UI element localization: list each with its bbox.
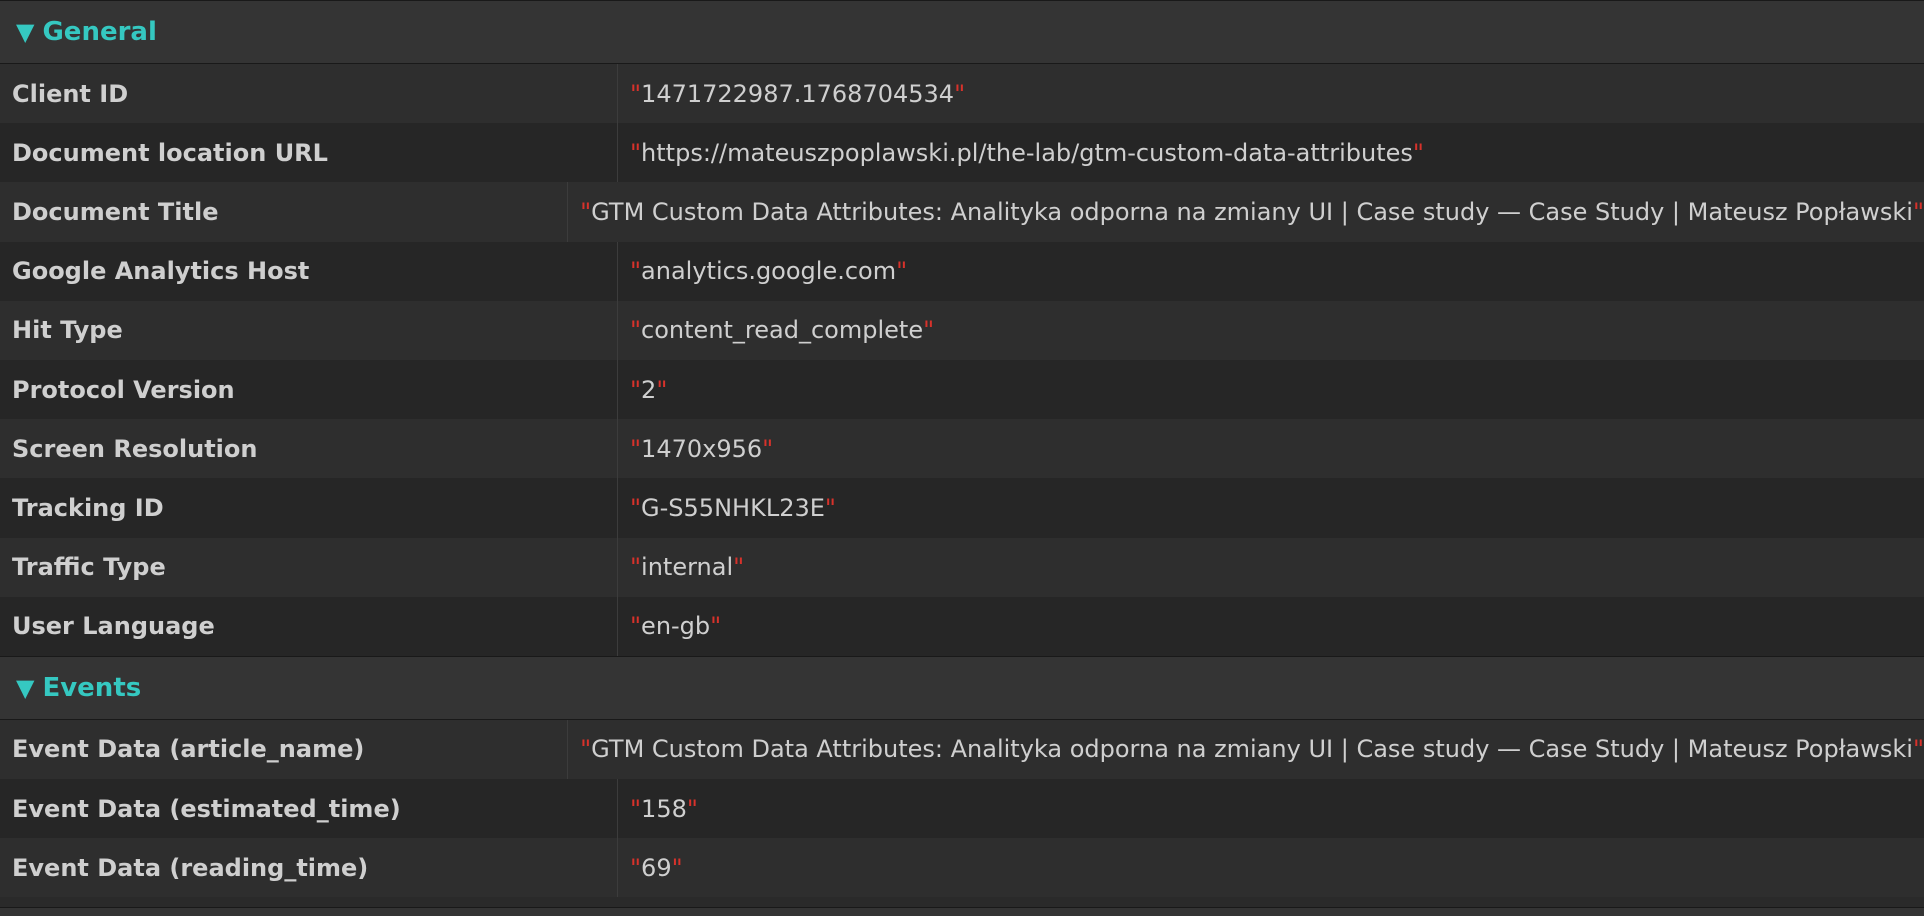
- quote-open: ": [630, 434, 642, 463]
- general-table: Client ID " 1471722987.1768704534 " Docume…: [0, 64, 1924, 656]
- row-value-text: 1471722987.1768704534: [641, 79, 955, 108]
- table-row: Tracking ID " G-S55NHKL23E ": [0, 478, 1924, 538]
- quote-close: ": [1912, 735, 1924, 764]
- quote-close: ": [954, 79, 966, 108]
- section-header-events[interactable]: ▼ Events: [0, 655, 1924, 720]
- quote-close: ": [656, 375, 668, 404]
- quote-close: ": [710, 612, 722, 641]
- table-row: User Language " en-gb ": [0, 596, 1924, 656]
- row-value: " 1470x956 ": [618, 419, 773, 478]
- row-key: Hit Type: [0, 300, 618, 360]
- row-value: " internal ": [618, 538, 744, 597]
- section-header-general[interactable]: ▼ General: [0, 0, 1924, 64]
- row-value: " https://mateuszpoplawski.pl/the-lab/gtm…: [618, 123, 1424, 182]
- section-title-general: General: [42, 17, 157, 47]
- table-row: Document location URL " https://mateuszpo…: [0, 123, 1924, 183]
- triangle-down-icon[interactable]: ▼: [16, 676, 34, 700]
- hit-details-panel: ▼ General Client ID " 1471722987.17687045…: [0, 0, 1924, 916]
- row-value: " 158 ": [618, 779, 698, 838]
- row-key: Screen Resolution: [0, 419, 618, 479]
- table-row: Protocol Version " 2 ": [0, 359, 1924, 420]
- quote-open: ": [630, 794, 642, 823]
- row-key: User Language: [0, 596, 618, 656]
- quote-close: ": [671, 853, 683, 882]
- quote-open: ": [630, 493, 642, 522]
- row-key: Tracking ID: [0, 478, 618, 538]
- section-header-next[interactable]: [0, 907, 1924, 916]
- row-key: Protocol Version: [0, 359, 618, 420]
- row-key: Google Analytics Host: [0, 241, 618, 301]
- row-value: " 69 ": [618, 838, 683, 897]
- row-value: " GTM Custom Data Attributes: Analityka o…: [568, 182, 1924, 241]
- row-key: Client ID: [0, 64, 618, 124]
- quote-open: ": [630, 853, 642, 882]
- section-title-events: Events: [42, 672, 142, 703]
- quote-open: ": [580, 735, 592, 764]
- quote-close: ": [762, 434, 774, 463]
- table-row: Event Data (reading_time) " 69 ": [0, 838, 1924, 898]
- triangle-down-icon[interactable]: ▼: [16, 20, 34, 44]
- table-row: Client ID " 1471722987.1768704534 ": [0, 64, 1924, 124]
- quote-close: ": [1412, 138, 1424, 167]
- row-key: Traffic Type: [0, 537, 618, 597]
- quote-open: ": [630, 257, 642, 286]
- quote-close: ": [923, 316, 935, 345]
- quote-open: ": [630, 375, 642, 404]
- table-row: Document Title " GTM Custom Data Attribut…: [0, 182, 1924, 242]
- row-value: " 2 ": [618, 360, 667, 419]
- row-value-text: 1470x956: [641, 434, 763, 463]
- table-row: Event Data (article_name) " GTM Custom Da…: [0, 719, 1924, 780]
- quote-close: ": [1912, 197, 1924, 226]
- table-row: Event Data (estimated_time) " 158 ": [0, 779, 1924, 839]
- row-key: Event Data (article_name): [0, 719, 569, 780]
- table-row: Hit Type " content_read_complete ": [0, 300, 1924, 360]
- row-value-text: GTM Custom Data Attributes: Analityka od…: [591, 197, 1913, 226]
- row-key: Event Data (reading_time): [0, 838, 618, 898]
- table-row: Screen Resolution " 1470x956 ": [0, 419, 1924, 479]
- quote-close: ": [733, 553, 745, 582]
- row-value: " G-S55NHKL23E ": [618, 478, 836, 537]
- table-row: Traffic Type " internal ": [0, 537, 1924, 597]
- row-value-text: G-S55NHKL23E: [641, 493, 825, 522]
- row-value-text: content_read_complete: [641, 316, 924, 345]
- quote-open: ": [630, 79, 642, 108]
- table-row: Google Analytics Host " analytics.google.…: [0, 241, 1924, 301]
- row-value-text: analytics.google.com: [641, 257, 897, 286]
- quote-open: ": [630, 138, 642, 167]
- quote-open: ": [630, 553, 642, 582]
- quote-open: ": [580, 197, 592, 226]
- row-value: " GTM Custom Data Attributes: Analityka o…: [568, 720, 1924, 779]
- row-value: " en-gb ": [618, 597, 721, 656]
- row-value: " content_read_complete ": [618, 301, 934, 360]
- row-value-text: 158: [641, 794, 687, 823]
- quote-close: ": [896, 257, 908, 286]
- row-value-text: https://mateuszpoplawski.pl/the-lab/gtm-…: [641, 138, 1413, 167]
- row-value: " 1471722987.1768704534 ": [618, 64, 965, 123]
- row-value-text: 2: [641, 375, 657, 404]
- quote-open: ": [630, 612, 642, 641]
- row-value-text: 69: [641, 853, 672, 882]
- events-table: Event Data (article_name) " GTM Custom Da…: [0, 719, 1924, 898]
- quote-open: ": [630, 316, 642, 345]
- row-value-text: internal: [641, 553, 734, 582]
- quote-close: ": [686, 794, 698, 823]
- row-value-text: en-gb: [641, 612, 711, 641]
- row-key: Event Data (estimated_time): [0, 779, 618, 839]
- row-key: Document Title: [0, 182, 569, 242]
- row-key: Document location URL: [0, 123, 618, 183]
- row-value-text: GTM Custom Data Attributes: Analityka od…: [591, 735, 1913, 764]
- quote-close: ": [824, 493, 836, 522]
- row-value: " analytics.google.com ": [618, 242, 907, 301]
